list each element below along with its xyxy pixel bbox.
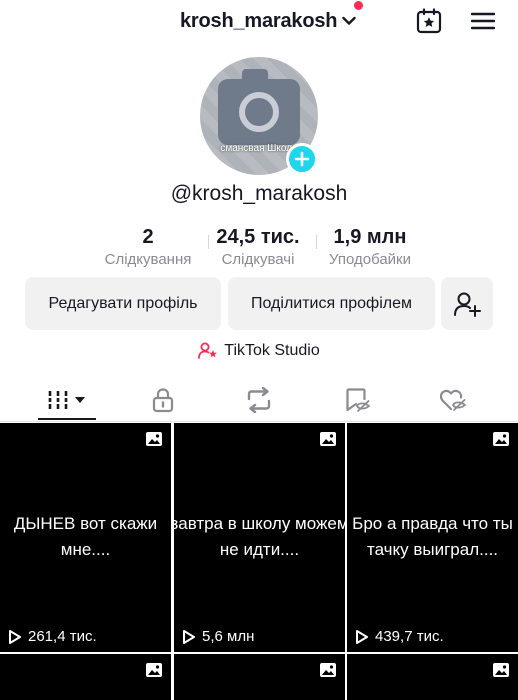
posts-grid: ДЫНЕВ вот скажи мне.... 261,4 тис. завтр… (0, 423, 518, 700)
menu-icon[interactable] (468, 6, 498, 36)
stat-divider (316, 235, 317, 249)
top-bar: krosh_marakosh (0, 0, 518, 44)
notification-dot (354, 1, 363, 10)
photo-icon (493, 432, 509, 446)
tab-reposts[interactable] (238, 378, 280, 422)
stat-value: 24,5 тис. (216, 226, 300, 248)
photo-icon (146, 432, 162, 446)
post-tile[interactable] (0, 654, 171, 700)
stat-label: Слідкувачі (221, 251, 295, 268)
post-tile[interactable]: завтра в школу можем не идти.... 5,6 млн (174, 423, 345, 652)
post-caption: Бро а правда что ты тачку выиграл.... (347, 511, 518, 563)
calendar-star-icon[interactable] (414, 6, 444, 36)
photo-icon (146, 663, 162, 677)
tab-videos[interactable] (38, 378, 96, 422)
tiktok-studio-link[interactable]: TikTok Studio (0, 340, 518, 362)
photo-icon (320, 432, 336, 446)
caption-line: завтра в школу можем (174, 514, 345, 533)
active-tab-indicator (38, 418, 96, 420)
view-count-label: 261,4 тис. (28, 628, 97, 645)
share-profile-button[interactable]: Поділитися профілем (228, 277, 435, 330)
tab-private[interactable] (142, 378, 184, 422)
post-caption: ДЫНЕВ вот скажи мне.... (0, 511, 171, 563)
account-switcher[interactable]: krosh_marakosh (180, 6, 357, 36)
caption-line: мне.... (60, 540, 111, 559)
edit-profile-button[interactable]: Редагувати профіль (25, 277, 221, 330)
studio-icon (198, 342, 218, 359)
view-count: 261,4 тис. (8, 628, 97, 645)
bookmark-hidden-icon (346, 388, 371, 412)
tab-favorites[interactable] (336, 378, 378, 422)
play-icon (9, 629, 21, 644)
stat-following[interactable]: 2 Слідкування (98, 225, 198, 271)
stat-label: Слідкування (104, 251, 192, 268)
post-tile[interactable] (174, 654, 345, 700)
heart-hidden-icon (439, 389, 467, 411)
profile-stats: 2 Слідкування 24,5 тис. Слідкувачі 1,9 м… (0, 225, 518, 275)
add-story-button[interactable] (286, 143, 318, 175)
view-count: 439,7 тис. (355, 628, 444, 645)
post-tile[interactable]: Бро а правда что ты тачку выиграл.... 43… (347, 423, 518, 652)
stat-value: 2 (142, 226, 154, 248)
content-tabs (0, 378, 518, 422)
play-icon (356, 629, 368, 644)
tab-liked[interactable] (432, 378, 474, 422)
username-title: krosh_marakosh (180, 9, 338, 32)
view-count-label: 5,6 млн (202, 628, 255, 645)
studio-label: TikTok Studio (224, 342, 320, 359)
caption-line: не идти.... (219, 540, 300, 559)
caption-line: Бро а правда что ты (352, 514, 513, 533)
view-count: 5,6 млн (182, 628, 254, 645)
post-tile[interactable] (347, 654, 518, 700)
grid-filter-icon (46, 391, 85, 409)
photo-icon (320, 663, 336, 677)
caption-line: ДЫНЕВ вот скажи (13, 514, 158, 533)
stat-likes[interactable]: 1,9 млн Уподобайки (320, 225, 420, 271)
add-friend-button[interactable] (441, 277, 493, 330)
stat-followers[interactable]: 24,5 тис. Слідкувачі (208, 225, 308, 271)
plus-icon (294, 151, 310, 167)
repost-icon (247, 387, 271, 413)
caption-line: тачку выиграл.... (366, 540, 499, 559)
photo-icon (493, 663, 509, 677)
add-user-icon (454, 292, 481, 317)
camera-icon (218, 69, 300, 145)
view-count-label: 439,7 тис. (375, 628, 444, 645)
stat-value: 1,9 млн (333, 226, 407, 248)
chevron-down-icon (341, 13, 357, 29)
play-icon (183, 629, 195, 644)
post-caption: завтра в школу можем не идти.... (174, 511, 345, 563)
post-tile[interactable]: ДЫНЕВ вот скажи мне.... 261,4 тис. (0, 423, 171, 652)
profile-handle: @krosh_marakosh (170, 182, 348, 205)
stat-label: Уподобайки (329, 251, 411, 268)
lock-icon (152, 388, 174, 413)
